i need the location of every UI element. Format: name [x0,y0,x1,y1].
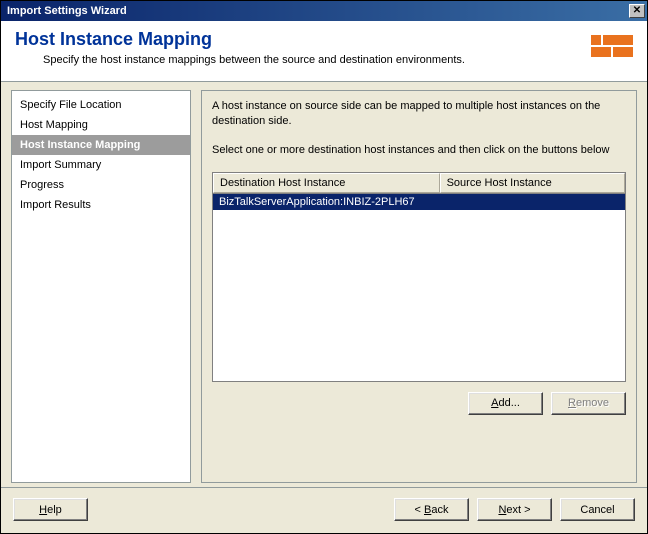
sidebar-item-import-summary[interactable]: Import Summary [12,155,190,175]
sidebar-item-import-results[interactable]: Import Results [12,195,190,215]
grid-header: Destination Host Instance Source Host In… [213,173,625,194]
main-panel: A host instance on source side can be ma… [201,90,637,483]
footer-left: Help [13,498,88,521]
column-header-destination[interactable]: Destination Host Instance [213,173,440,193]
sidebar-item-host-instance-mapping[interactable]: Host Instance Mapping [12,135,190,155]
header-panel: Host Instance Mapping Specify the host i… [1,21,647,82]
page-subtitle: Specify the host instance mappings betwe… [43,54,465,66]
wizard-icon [591,29,633,71]
add-button[interactable]: Add... [468,392,543,415]
cell-source [440,194,625,210]
grid-body[interactable]: BizTalkServerApplication:INBIZ-2PLH67 [213,194,625,381]
cell-destination: BizTalkServerApplication:INBIZ-2PLH67 [213,194,440,210]
sidebar-item-host-mapping[interactable]: Host Mapping [12,115,190,135]
titlebar: Import Settings Wizard ✕ [1,1,647,21]
footer-right: < Back Next > Cancel [394,498,635,521]
instruction-text: Select one or more destination host inst… [212,143,626,158]
close-icon[interactable]: ✕ [629,4,645,18]
window-title: Import Settings Wizard [7,5,127,17]
body-area: Specify File Location Host Mapping Host … [1,82,647,487]
sidebar: Specify File Location Host Mapping Host … [11,90,191,483]
page-title: Host Instance Mapping [15,29,465,50]
help-button[interactable]: Help [13,498,88,521]
back-button[interactable]: < Back [394,498,469,521]
header-text: Host Instance Mapping Specify the host i… [15,29,465,66]
next-button[interactable]: Next > [477,498,552,521]
intro-text: A host instance on source side can be ma… [212,99,626,129]
remove-button: Remove [551,392,626,415]
sidebar-item-specify-file-location[interactable]: Specify File Location [12,95,190,115]
wizard-window: Import Settings Wizard ✕ Host Instance M… [0,0,648,534]
footer: Help < Back Next > Cancel [1,487,647,533]
column-header-source[interactable]: Source Host Instance [440,173,625,193]
sidebar-item-progress[interactable]: Progress [12,175,190,195]
grid-actions: Add... Remove [212,392,626,415]
table-row[interactable]: BizTalkServerApplication:INBIZ-2PLH67 [213,194,625,210]
cancel-button[interactable]: Cancel [560,498,635,521]
titlebar-buttons: ✕ [627,4,645,18]
host-instance-grid: Destination Host Instance Source Host In… [212,172,626,382]
